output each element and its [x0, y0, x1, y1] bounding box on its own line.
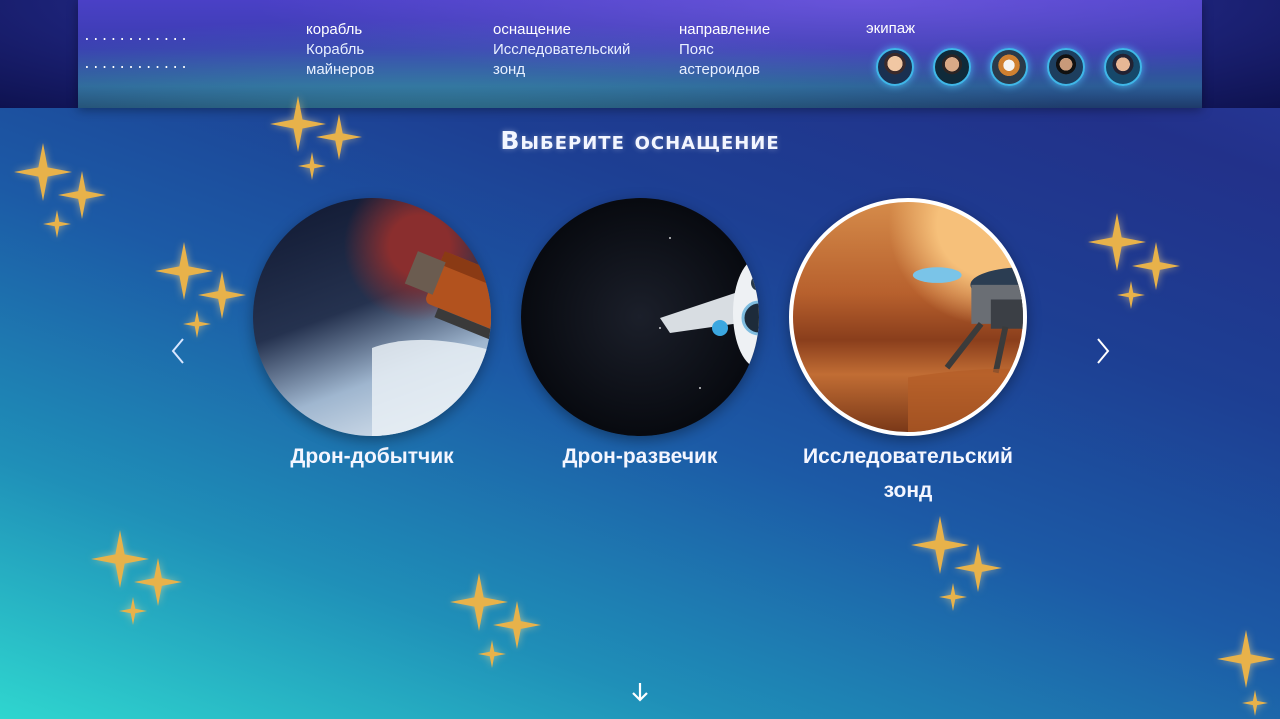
- direction-value: Пояс астероидов: [679, 41, 761, 78]
- sparkle-icon: [183, 310, 211, 338]
- equipment-value: Исследовательский зонд: [493, 41, 631, 78]
- equipment-key: оснащение: [493, 21, 571, 38]
- option-label: Дрон-добытчик: [290, 445, 454, 468]
- arrow-down-icon: [632, 683, 648, 702]
- crew-key: экипаж: [866, 20, 916, 37]
- ship-summary: корабль Корабль майнеров: [306, 20, 406, 80]
- option-research-probe[interactable]: Исследовательский зонд: [788, 198, 1028, 508]
- ship-key: корабль: [306, 21, 363, 38]
- option-mining-drone[interactable]: Дрон-добытчик: [252, 198, 492, 474]
- mining-drone-image: [253, 198, 491, 436]
- carousel-prev-button[interactable]: [166, 336, 190, 366]
- sparkle-icon: [43, 210, 71, 238]
- crew-avatars: [876, 48, 1142, 86]
- chevron-left-icon: [171, 338, 184, 364]
- sparkle-icon: [1117, 281, 1145, 309]
- carousel-next-button[interactable]: [1091, 336, 1115, 366]
- crew-avatar-2[interactable]: [933, 48, 971, 86]
- scout-drone-icon: [659, 227, 759, 389]
- player-team-placeholder: ............: [83, 57, 189, 72]
- sparkle-icon: [1242, 690, 1268, 716]
- crew-avatar-5[interactable]: [1104, 48, 1142, 86]
- sparkle-icon: [939, 583, 967, 611]
- direction-summary: направление Пояс астероидов: [679, 20, 779, 80]
- research-probe-icon: [908, 267, 1023, 432]
- crew-avatar-1[interactable]: [876, 48, 914, 86]
- sparkle-icon: [119, 597, 147, 625]
- option-label: Исследовательский зонд: [803, 445, 1013, 502]
- direction-key: направление: [679, 21, 771, 38]
- option-label: Дрон-развечик: [562, 445, 718, 468]
- ship-value: Корабль майнеров: [306, 41, 375, 78]
- crew-avatar-3[interactable]: [990, 48, 1028, 86]
- research-probe-image: [789, 198, 1027, 436]
- sparkle-icon: [1217, 630, 1275, 688]
- sparkle-icon: [298, 152, 326, 180]
- chevron-right-icon: [1097, 338, 1110, 364]
- mining-drone-icon: [372, 251, 491, 436]
- scroll-down-button[interactable]: [628, 680, 652, 704]
- scout-drone-image: [521, 198, 759, 436]
- player-name-placeholder: ............: [83, 29, 189, 44]
- equipment-summary: оснащение Исследовательский зонд: [493, 20, 643, 80]
- sparkle-icon: [478, 640, 506, 668]
- crew-avatar-4[interactable]: [1047, 48, 1085, 86]
- page-title: Выберите оснащение: [500, 126, 780, 155]
- option-scout-drone[interactable]: Дрон-развечик: [520, 198, 760, 474]
